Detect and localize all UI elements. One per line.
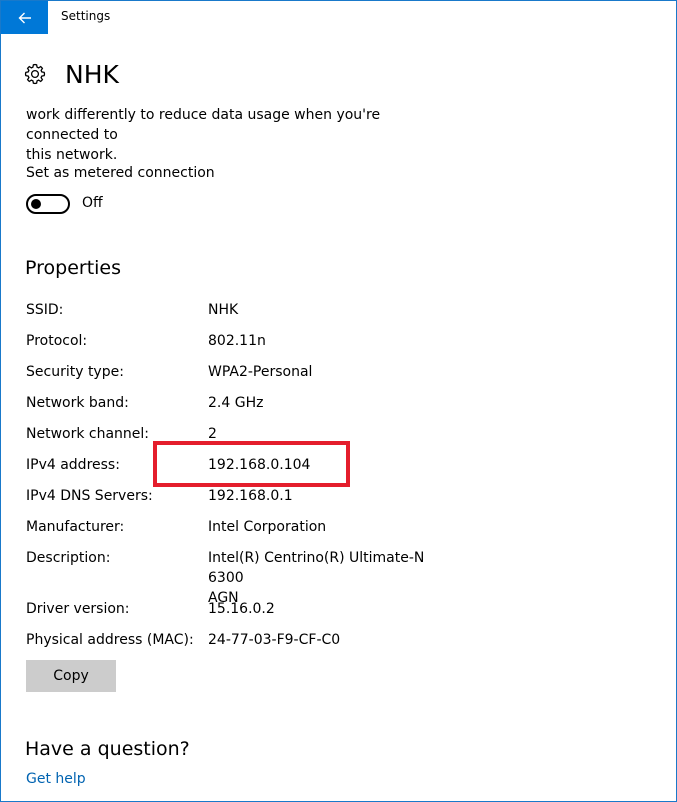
property-key: Manufacturer:	[26, 519, 125, 535]
description-line-1: work differently to reduce data usage wh…	[26, 107, 381, 143]
ipv4-highlight-box	[153, 441, 350, 487]
description-line-2: this network.	[26, 147, 118, 163]
copy-button[interactable]: Copy	[26, 660, 116, 692]
have-a-question-heading: Have a question?	[25, 738, 190, 760]
gear-icon	[24, 63, 46, 85]
title-bar: Settings	[1, 0, 676, 34]
property-value-line-1: Intel(R) Centrino(R) Ultimate-N 6300	[208, 550, 425, 586]
property-value: 15.16.0.2	[208, 601, 275, 617]
property-key: Security type:	[26, 364, 124, 380]
property-value: Intel Corporation	[208, 519, 327, 535]
settings-window: Settings NHK work differently to reduce …	[0, 0, 677, 802]
window-title: Settings	[61, 9, 111, 23]
property-key: SSID:	[26, 302, 64, 318]
metered-connection-label: Set as metered connection	[26, 165, 215, 181]
property-key: Protocol:	[26, 333, 88, 349]
property-key: IPv4 DNS Servers:	[26, 488, 153, 504]
property-value: 24-77-03-F9-CF-C0	[208, 632, 341, 648]
clipped-text-fragment	[26, 99, 456, 105]
toggle-knob	[31, 199, 41, 209]
property-value: 2.4 GHz	[208, 395, 264, 411]
get-help-link[interactable]: Get help	[26, 771, 86, 787]
property-value: WPA2-Personal	[208, 364, 313, 380]
property-value: 802.11n	[208, 333, 266, 349]
property-key: Physical address (MAC):	[26, 632, 194, 648]
property-key: Network band:	[26, 395, 129, 411]
network-header: NHK	[23, 58, 119, 90]
back-button[interactable]	[1, 1, 48, 34]
toggle-state-text: Off	[82, 195, 103, 211]
page-title: NHK	[65, 59, 119, 89]
property-key: Description:	[26, 550, 111, 566]
property-key: Driver version:	[26, 601, 130, 617]
metered-connection-toggle[interactable]	[26, 194, 70, 214]
back-arrow-icon	[18, 12, 31, 23]
properties-heading: Properties	[25, 257, 122, 279]
metered-description: work differently to reduce data usage wh…	[26, 99, 456, 165]
property-value: 192.168.0.1	[208, 488, 293, 504]
property-value: NHK	[208, 302, 239, 318]
